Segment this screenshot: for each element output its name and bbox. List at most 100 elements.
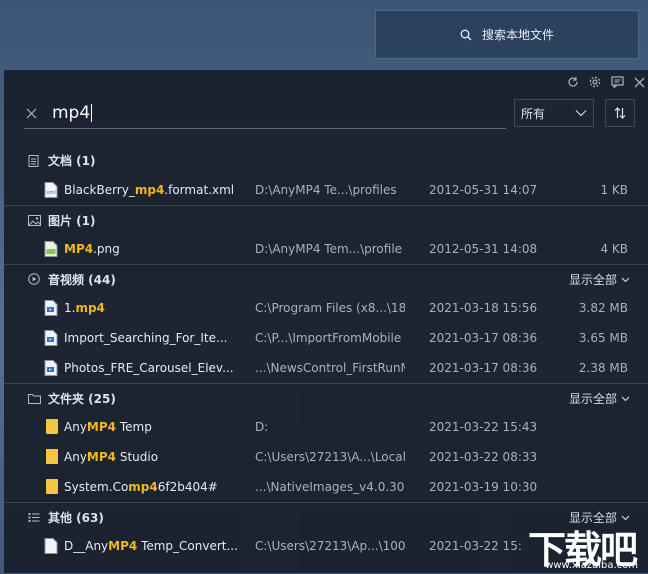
result-date: 2021-03-17 08:36 <box>429 361 538 375</box>
search-query-text: mp4 <box>52 103 93 123</box>
result-path: D:\AnyMP4 Tem...\profile <box>255 242 403 256</box>
image-icon <box>28 214 42 226</box>
window-controls <box>566 75 646 89</box>
result-name: 1.mp4 <box>64 301 239 315</box>
result-name-text: Import_Searching_For_Ite... <box>64 331 228 345</box>
generic-file-icon <box>44 538 58 554</box>
result-name: System.Comp46f2b404# <box>64 480 239 494</box>
local-file-search-button[interactable]: 搜索本地文件 <box>375 10 639 59</box>
result-name: AnyMP4 Temp <box>64 420 239 434</box>
gear-icon[interactable] <box>588 75 602 89</box>
result-path: ...\NewsControl_FirstRunM <box>255 361 405 375</box>
result-path: C:\Users\27213\Ap...\100 <box>255 539 405 553</box>
category-label: 图片 (1) <box>48 213 96 228</box>
result-name-text: Temp_Convert... <box>137 539 238 553</box>
result-row[interactable]: System.Comp46f2b404# ...\NativeImages_v4.… <box>4 472 648 502</box>
document-icon <box>28 154 42 167</box>
local-file-search-label: 搜索本地文件 <box>481 28 554 42</box>
match-highlight: mp4 <box>75 301 105 315</box>
chevron-down-icon <box>621 391 630 405</box>
category-header: 文档 (1) <box>4 146 648 175</box>
category-label: 音视频 (44) <box>48 272 116 287</box>
category-header: 图片 (1) <box>4 205 648 234</box>
result-row[interactable]: AnyMP4 Temp D: 2021-03-22 15:43 <box>4 412 648 442</box>
result-path: C:\Program Files (x8...\18 <box>255 301 405 315</box>
watermark-url: www.xiazaiba.com <box>545 560 638 571</box>
result-name-text: Temp <box>116 420 152 434</box>
video-file-icon <box>44 360 58 376</box>
result-row[interactable]: AnyMP4 Studio C:\Users\27213\A...\Local 20… <box>4 442 648 472</box>
result-row[interactable]: Photos_FRE_Carousel_Elev... ...\NewsContr… <box>4 353 648 383</box>
result-name: D__AnyMP4 Temp_Convert... <box>64 539 239 553</box>
result-path: C:\P...\ImportFromMobile <box>255 331 402 345</box>
result-date: 2021-03-22 15: <box>429 539 522 553</box>
result-name-text: 6f2b404# <box>157 480 218 494</box>
folder-icon <box>46 479 58 494</box>
result-date: 2021-03-22 15:43 <box>429 420 538 434</box>
result-path: D:\AnyMP4 Te...\profiles <box>255 183 397 197</box>
folder-icon <box>46 449 58 464</box>
result-size: 2.38 MB <box>578 361 628 375</box>
video-file-icon <box>44 330 58 346</box>
search-results-panel: mp4 所有 文档 (1) xml BlackBerry_mp4.format.xm… <box>4 70 648 573</box>
watermark: 下载吧 www.xiazaiba.com <box>510 515 646 572</box>
video-file-icon <box>44 300 58 316</box>
category-label: 文件夹 (25) <box>48 391 116 406</box>
media-icon <box>28 273 42 285</box>
result-name-text: D__Any <box>64 539 109 553</box>
result-name: Import_Searching_For_Ite... <box>64 331 239 345</box>
list-icon <box>28 512 42 523</box>
xml-file-icon: xml <box>44 182 58 198</box>
match-highlight: MP4 <box>108 539 138 553</box>
sort-button[interactable] <box>605 99 635 127</box>
result-name: BlackBerry_mp4.format.xml <box>64 183 239 197</box>
result-date: 2021-03-19 10:30 <box>429 480 538 494</box>
chevron-down-icon <box>621 272 630 286</box>
result-path: D: <box>255 420 269 434</box>
match-highlight: MP4 <box>86 450 117 464</box>
result-path: C:\Users\27213\A...\Local <box>255 450 405 464</box>
sort-icon <box>614 107 626 119</box>
result-name-text: 1. <box>64 301 76 315</box>
result-row[interactable]: xml BlackBerry_mp4.format.xml D:\AnyMP4 Te… <box>4 175 648 205</box>
result-name-text: Photos_FRE_Carousel_Elev... <box>64 361 234 375</box>
result-row[interactable]: 1.mp4 C:\Program Files (x8...\18 2021-03-1… <box>4 293 648 323</box>
result-name-text: Any <box>64 420 87 434</box>
results-list: 文档 (1) xml BlackBerry_mp4.format.xml D:\Any… <box>4 146 648 561</box>
result-path: ...\NativeImages_v4.0.3031 <box>255 480 405 494</box>
result-name-text: .format.xml <box>164 183 235 197</box>
result-date: 2012-05-31 14:08 <box>429 242 538 256</box>
svg-text:xml: xml <box>47 190 56 196</box>
result-size: 3.65 MB <box>578 331 628 345</box>
match-highlight: MP4 <box>86 420 117 434</box>
png-file-icon <box>44 241 58 257</box>
result-name: MP4.png <box>64 242 239 256</box>
result-size: 1 KB <box>600 183 628 197</box>
category-header: 音视频 (44) 显示全部 <box>4 264 648 293</box>
type-filter-dropdown[interactable]: 所有 <box>514 99 594 127</box>
show-all-link[interactable]: 显示全部 <box>569 390 630 407</box>
close-icon[interactable] <box>632 75 646 89</box>
result-date: 2021-03-18 15:56 <box>429 301 538 315</box>
text-caret <box>91 104 93 122</box>
result-name-text: Studio <box>116 450 159 464</box>
result-name: AnyMP4 Studio <box>64 450 239 464</box>
chevron-down-icon <box>575 110 587 117</box>
category-header: 文件夹 (25) 显示全部 <box>4 383 648 412</box>
show-all-link[interactable]: 显示全部 <box>569 271 630 288</box>
search-input[interactable]: mp4 <box>24 100 506 129</box>
result-name-text: System.Co <box>64 480 129 494</box>
category-label: 文档 (1) <box>48 154 96 168</box>
result-row[interactable]: Import_Searching_For_Ite... C:\P...\Impor… <box>4 323 648 353</box>
search-icon <box>460 29 472 40</box>
refresh-icon[interactable] <box>566 75 580 89</box>
clear-query-icon[interactable] <box>26 104 37 123</box>
result-date: 2021-03-22 08:33 <box>429 450 538 464</box>
result-name-text: Any <box>64 450 87 464</box>
result-row[interactable]: MP4.png D:\AnyMP4 Tem...\profile 2012-05-3… <box>4 234 648 264</box>
result-date: 2021-03-17 08:36 <box>429 331 538 345</box>
match-highlight: mp4 <box>134 183 165 197</box>
show-all-label: 显示全部 <box>568 272 617 287</box>
show-all-label: 显示全部 <box>568 391 617 406</box>
feedback-icon[interactable] <box>610 75 624 89</box>
